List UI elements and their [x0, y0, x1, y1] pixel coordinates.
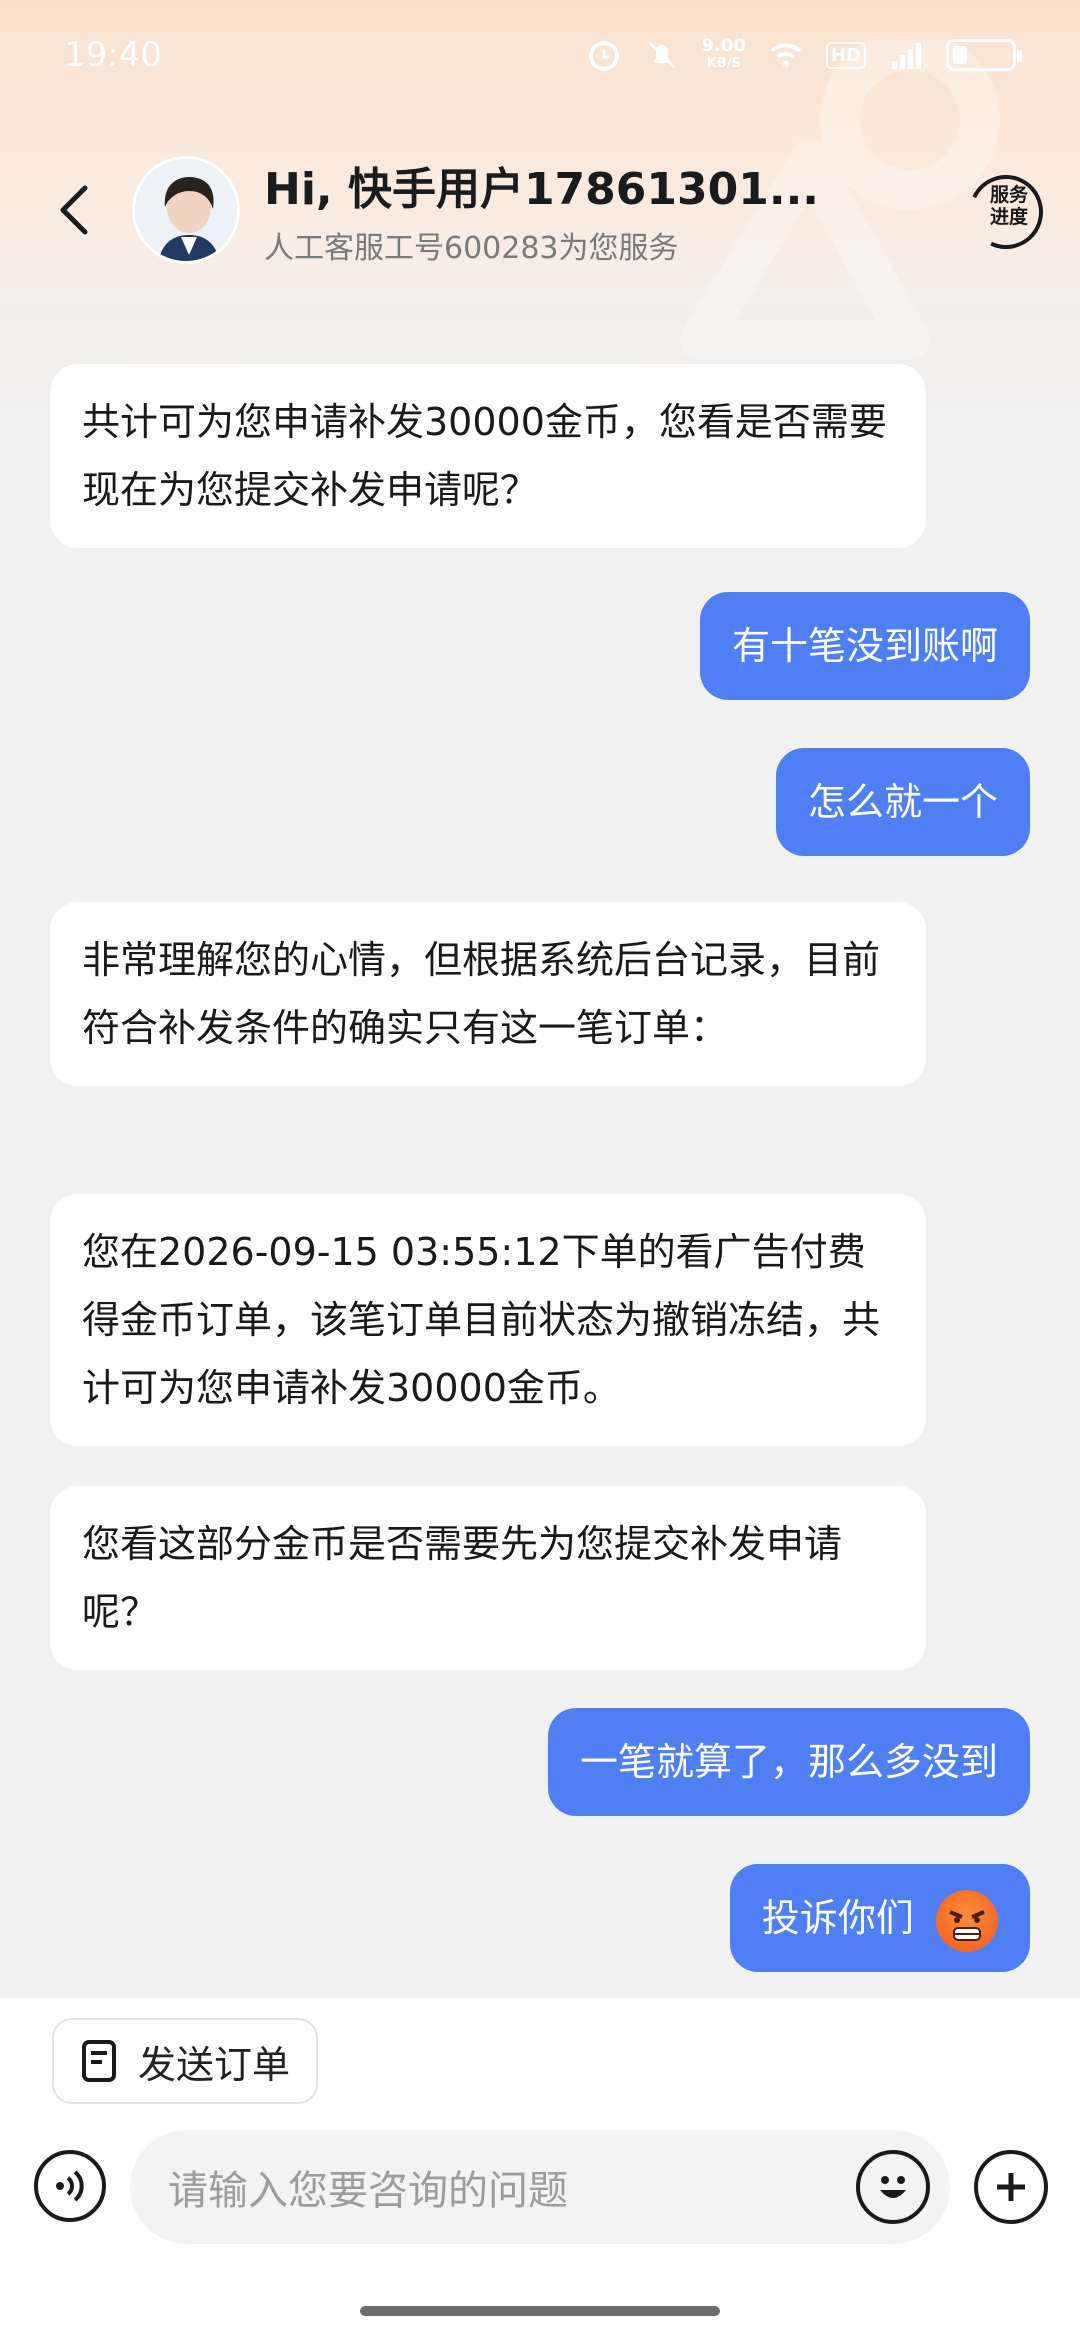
- chat-header: Hi, 快手用户17861301... 人工客服工号600283为您服务 服务 …: [0, 140, 1080, 280]
- more-button[interactable]: [974, 2150, 1048, 2224]
- header-title-block: Hi, 快手用户17861301... 人工客服工号600283为您服务: [264, 153, 819, 267]
- chevron-left-icon: [60, 185, 88, 235]
- status-bar: 19:40 9.00 KB/S HD: [0, 0, 1080, 110]
- order-document-icon: [82, 2040, 116, 2082]
- home-indicator[interactable]: [360, 2306, 720, 2316]
- user-message-text: 投诉你们: [761, 1896, 914, 1940]
- user-message: 怎么就一个: [775, 748, 1030, 856]
- user-message: 有十笔没到账啊: [699, 592, 1030, 700]
- agent-avatar[interactable]: [132, 156, 240, 264]
- input-row: 请输入您要咨询的问题: [0, 2130, 1080, 2250]
- agent-message: 非常理解您的心情，但根据系统后台记录，目前符合补发条件的确实只有这一笔订单：: [50, 902, 926, 1086]
- wifi-icon: [770, 43, 802, 67]
- send-order-button[interactable]: 发送订单: [52, 2018, 318, 2104]
- input-placeholder: 请输入您要咨询的问题: [168, 2168, 568, 2214]
- alarm-icon: [588, 41, 619, 71]
- battery-icon: [946, 39, 1022, 71]
- agent-message: 您看这部分金币是否需要先为您提交补发申请呢？: [50, 1486, 926, 1670]
- progress-label-line2: 进度: [990, 206, 1029, 228]
- agent-message: 共计可为您申请补发30000金币，您看是否需要现在为您提交补发申请呢？: [50, 364, 926, 548]
- service-progress-label: 服务 进度: [990, 184, 1028, 228]
- angry-face-icon: [936, 1889, 998, 1952]
- service-progress-button[interactable]: 服务 进度: [958, 164, 1054, 260]
- progress-label-line1: 服务: [990, 184, 1029, 206]
- agent-photo: [135, 159, 237, 261]
- smiley-icon: [880, 2176, 906, 2198]
- back-button[interactable]: [40, 175, 110, 245]
- status-time: 19:40: [64, 35, 162, 75]
- emoji-button[interactable]: [856, 2150, 930, 2224]
- net-speed-unit: KB/S: [706, 56, 741, 71]
- bottom-panel: 发送订单 请输入您要咨询的问题: [0, 1998, 1080, 2340]
- net-speed-value: 9.00: [701, 35, 746, 56]
- user-message: 一笔就算了，那么多没到: [547, 1708, 1030, 1816]
- mute-bell-icon: [648, 41, 675, 69]
- voice-icon: [56, 2170, 84, 2202]
- send-order-label: 发送订单: [138, 2042, 291, 2087]
- user-message: 投诉你们: [729, 1864, 1030, 1972]
- page-title: Hi, 快手用户17861301...: [264, 164, 820, 215]
- signal-icon: [892, 43, 921, 69]
- voice-button[interactable]: [34, 2150, 106, 2222]
- status-icons: 9.00 KB/S HD: [586, 37, 1022, 73]
- message-input[interactable]: 请输入您要咨询的问题: [130, 2130, 950, 2244]
- agent-message: 您在2026-09-15 03:55:12下单的看广告付费得金币订单，该笔订单目…: [50, 1194, 926, 1446]
- net-speed: 9.00 KB/S: [702, 37, 746, 73]
- plus-icon: [997, 2173, 1025, 2201]
- hd-badge: HD: [825, 41, 866, 69]
- agent-id-subtitle: 人工客服工号600283为您服务: [264, 231, 679, 266]
